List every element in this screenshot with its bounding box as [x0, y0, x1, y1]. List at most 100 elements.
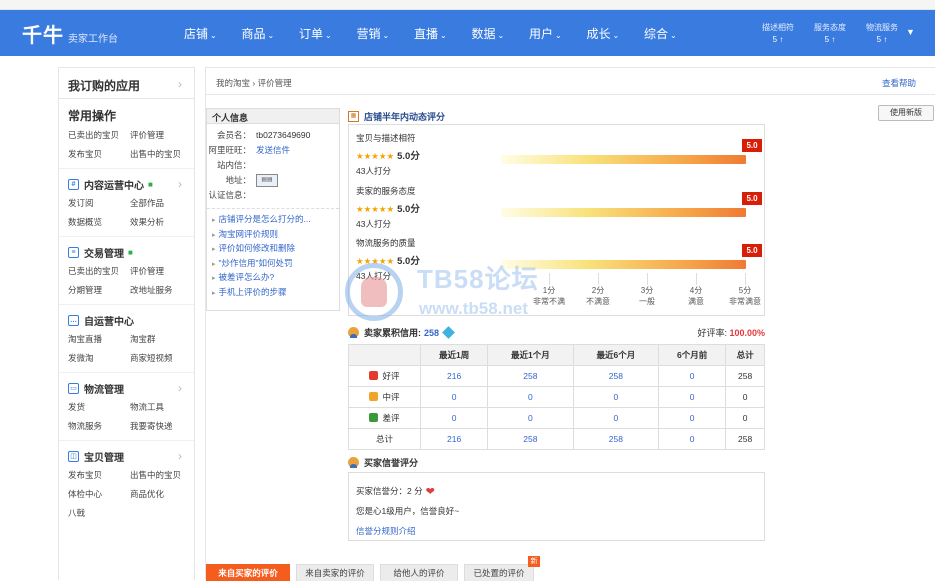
help-link[interactable]: 查看帮助 — [882, 77, 916, 89]
sidebar-link[interactable]: 评价管理 — [130, 265, 192, 277]
nav-item-growth[interactable]: 成长 ⌄ — [587, 25, 645, 42]
dsr-bar-fill — [501, 260, 746, 269]
table-cell[interactable]: 216 — [419, 428, 489, 450]
sidebar-link[interactable]: 商家短视频 — [130, 352, 192, 364]
sidebar-section-header[interactable]: ▭ 物流管理 › — [68, 381, 194, 396]
table-cell[interactable]: 258 — [487, 365, 574, 387]
breadcrumb-home[interactable]: 我的淘宝 — [216, 78, 250, 88]
top-strip — [0, 0, 935, 10]
dsr-score: 5.0分 — [397, 204, 420, 215]
nav-item-orders[interactable]: 订单 ⌄ — [299, 25, 357, 42]
sidebar-link[interactable]: 效果分析 — [130, 216, 192, 228]
sidebar-section-header[interactable]: ◫ 宝贝管理 › — [68, 449, 194, 464]
sidebar-link[interactable]: 评价管理 — [130, 129, 192, 141]
credit-rules-link[interactable]: 信誉分规则介绍 — [356, 525, 416, 537]
buyer-credit-title: 买家信誉评分 — [348, 456, 418, 469]
nav-item-general[interactable]: 综合 ⌄ — [644, 25, 702, 42]
nav-item-users[interactable]: 用户 ⌄ — [529, 25, 587, 42]
table-cell[interactable]: 0 — [658, 386, 727, 408]
stars-icon: ★★★★★ — [356, 151, 395, 161]
sidebar-link[interactable]: 改地址服务 — [130, 284, 192, 296]
table-cell[interactable]: 0 — [658, 428, 727, 450]
credit-value[interactable]: 258 — [424, 328, 439, 338]
calendar-icon: ▦ — [348, 111, 359, 122]
sidebar-link[interactable]: 体检中心 — [68, 488, 130, 500]
sidebar-section-header[interactable]: # 内容运营中心 ■ › — [68, 177, 194, 192]
dsr-item-description: 宝贝与描述相符 ★★★★★ 5.0分 43人打分 5.0 — [356, 132, 766, 177]
tab-given-to-others[interactable]: 给他人的评价 — [380, 564, 458, 581]
nav-item-goods[interactable]: 商品 ⌄ — [242, 25, 300, 42]
table-cell[interactable]: 0 — [419, 407, 489, 429]
help-link-item[interactable]: "炒作信用"如何处罚 — [207, 257, 339, 272]
sidebar-section-header[interactable]: ≡ 交易管理 ■ — [68, 245, 194, 260]
row-label: 中评 — [382, 392, 400, 402]
tab-from-buyers[interactable]: 来自买家的评价 — [206, 564, 290, 581]
sidebar-link[interactable]: 发布宝贝 — [68, 469, 130, 481]
table-cell[interactable]: 0 — [658, 407, 727, 429]
row-label: 差评 — [382, 413, 400, 423]
table-cell[interactable]: 0 — [487, 386, 574, 408]
sidebar-link[interactable]: 出售中的宝贝 — [130, 469, 192, 481]
buyer-score-line: 买家信誉分：2 分 ❤ — [356, 481, 757, 501]
good-rate-value: 100.00% — [729, 328, 765, 338]
trade-icon: ≡ — [68, 246, 79, 258]
buyer-credit-box: 买家信誉分：2 分 ❤ 您是心1级用户，信誉良好~ 信誉分规则介绍 — [348, 472, 765, 541]
sidebar-link[interactable]: 淘宝群 — [130, 333, 192, 345]
sidebar-section-title: 物流管理 — [84, 384, 124, 396]
scale-tick: 5分 非常满意 — [720, 273, 770, 307]
sidebar-link[interactable]: 发货 — [68, 401, 130, 413]
table-cell[interactable]: 258 — [487, 428, 574, 450]
metric-description[interactable]: 描述相符 5 ↑ — [752, 22, 804, 46]
column-header — [348, 344, 421, 366]
new-version-button[interactable]: 使用新版 — [878, 105, 934, 121]
sidebar-link[interactable]: 已卖出的宝贝 — [68, 129, 130, 141]
dsr-bar — [501, 208, 746, 217]
sidebar-section-header[interactable]: … 自运营中心 — [68, 313, 194, 328]
sidebar-link[interactable]: 分期管理 — [68, 284, 130, 296]
sidebar-link[interactable]: 淘宝直播 — [68, 333, 130, 345]
table-cell[interactable]: 216 — [419, 365, 489, 387]
sidebar-link[interactable]: 全部作品 — [130, 197, 192, 209]
sidebar-link[interactable]: 发订阅 — [68, 197, 130, 209]
help-link-item[interactable]: 评价如何修改和删除 — [207, 242, 339, 257]
table-cell[interactable]: 258 — [572, 428, 660, 450]
info-value: ▤▤ — [251, 173, 278, 187]
table-cell[interactable]: 0 — [658, 365, 727, 387]
info-label: 地址： — [225, 174, 251, 185]
table-cell[interactable]: 258 — [572, 365, 660, 387]
row-label-cell: 差评 — [348, 407, 421, 429]
tab-from-sellers[interactable]: 来自卖家的评价 — [296, 564, 374, 581]
nav-item-live[interactable]: 直播 ⌄ — [414, 25, 472, 42]
id-card-icon[interactable]: ▤▤ — [256, 173, 278, 187]
send-message-link[interactable]: 发送信件 — [251, 144, 290, 156]
sidebar-link[interactable]: 我要寄快递 — [130, 420, 192, 432]
metric-service[interactable]: 服务态度 5 ↑ — [804, 22, 856, 46]
sidebar-link[interactable]: 八戟 — [68, 507, 130, 519]
breadcrumb-current: 评价管理 — [257, 78, 292, 88]
sidebar-link[interactable]: 出售中的宝贝 — [130, 148, 192, 160]
sidebar-link[interactable]: 物流工具 — [130, 401, 192, 413]
table-cell[interactable]: 0 — [487, 407, 574, 429]
metric-logistics[interactable]: 物流服务 5 ↑ — [856, 22, 908, 46]
help-link-item[interactable]: 被差评怎么办? — [207, 271, 339, 286]
table-cell[interactable]: 0 — [572, 386, 660, 408]
sidebar-link[interactable]: 发布宝贝 — [68, 148, 130, 160]
sidebar-link[interactable]: 物流服务 — [68, 420, 130, 432]
sidebar-link[interactable]: 发微淘 — [68, 352, 130, 364]
dsr-count: 43人打分 — [356, 271, 391, 281]
nav-item-shop[interactable]: 店铺 ⌄ — [184, 25, 242, 42]
help-link-item[interactable]: 店铺评分是怎么打分的... — [207, 213, 339, 228]
tab-handled[interactable]: 已处置的评价 — [464, 564, 534, 581]
help-link-item[interactable]: 手机上评价的步骤 — [207, 286, 339, 301]
logo[interactable]: 千牛 — [22, 19, 64, 48]
sidebar-link[interactable]: 已卖出的宝贝 — [68, 265, 130, 277]
caret-down-icon[interactable]: ▼ — [906, 27, 915, 37]
table-cell[interactable]: 0 — [419, 386, 489, 408]
nav-item-marketing[interactable]: 营销 ⌄ — [357, 25, 415, 42]
sidebar-link[interactable]: 数据概览 — [68, 216, 130, 228]
sidebar-my-apps[interactable]: 我订购的应用 › — [59, 68, 194, 99]
nav-item-data[interactable]: 数据 ⌄ — [472, 25, 530, 42]
sidebar-link[interactable]: 商品优化 — [130, 488, 192, 500]
help-link-item[interactable]: 淘宝网评价规则 — [207, 228, 339, 243]
table-cell[interactable]: 0 — [572, 407, 660, 429]
